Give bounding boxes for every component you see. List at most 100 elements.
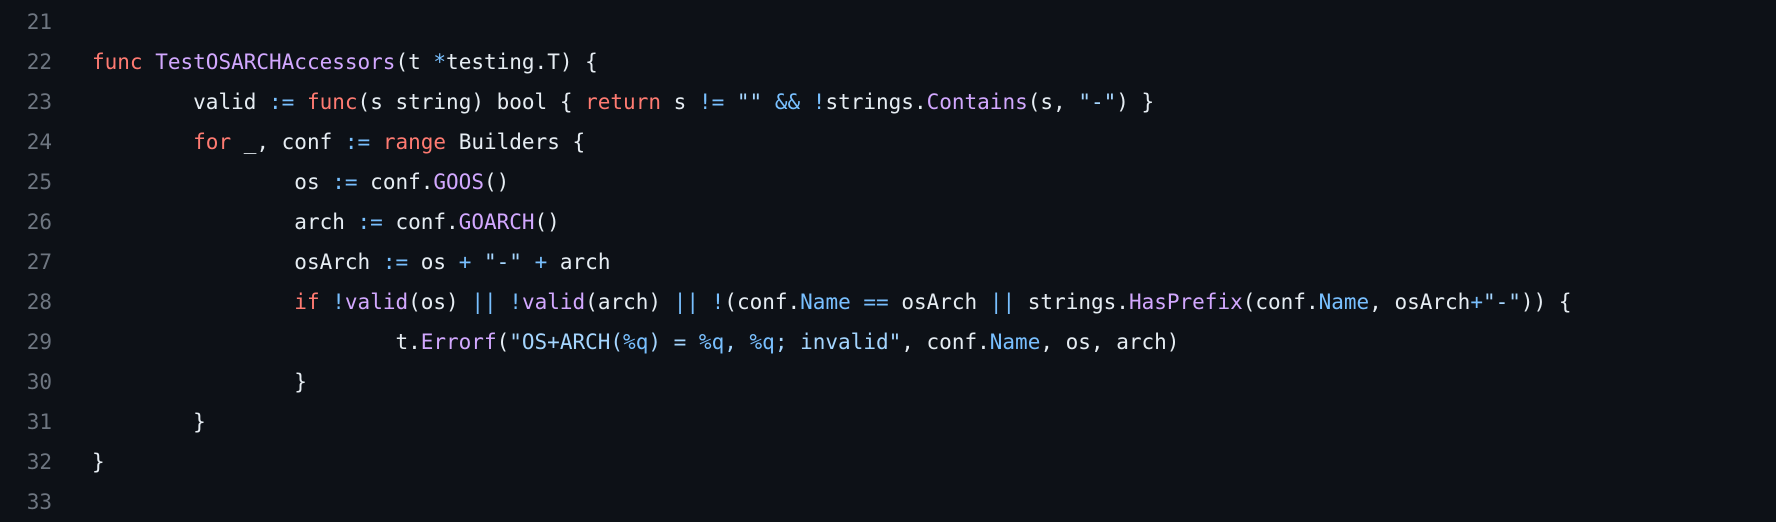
code-token: GOOS xyxy=(433,170,484,194)
line-number[interactable]: 30 xyxy=(0,362,52,402)
line-number[interactable]: 31 xyxy=(0,402,52,442)
code-token: , conf. xyxy=(901,330,990,354)
code-token: () xyxy=(534,210,560,234)
code-token: (conf. xyxy=(724,290,801,314)
code-token: "-" xyxy=(1078,90,1117,114)
code-token: (s string) bool { xyxy=(357,90,586,114)
code-token: TestOSARCHAccessors xyxy=(155,50,396,74)
line-code: valid := func(s string) bool { return s … xyxy=(52,82,1776,122)
code-token: osArch xyxy=(294,250,383,274)
line-number[interactable]: 22 xyxy=(0,42,52,82)
code-token: () xyxy=(483,170,510,194)
code-token: strings. xyxy=(1015,290,1129,314)
code-token: Name xyxy=(1318,290,1370,314)
code-token: testing.T) { xyxy=(446,50,598,74)
code-token: || xyxy=(673,290,699,314)
code-token: HasPrefix xyxy=(1128,290,1243,314)
line-number[interactable]: 26 xyxy=(0,202,52,242)
code-line: 29 t.Errorf("OS+ARCH(%q) = %q, %q; inval… xyxy=(0,322,1776,362)
code-token: func xyxy=(92,50,143,74)
code-token: } xyxy=(193,410,206,434)
code-token: Name xyxy=(800,290,851,314)
code-token: := xyxy=(332,170,358,194)
line-number[interactable]: 21 xyxy=(0,2,52,42)
code-line: 25 os := conf.GOOS() xyxy=(0,162,1776,202)
code-token: )) { xyxy=(1520,290,1572,314)
line-number[interactable]: 28 xyxy=(0,282,52,322)
code-token: return xyxy=(585,90,661,114)
code-token: } xyxy=(92,450,105,474)
code-token: range xyxy=(382,130,447,154)
line-code: } xyxy=(52,402,1776,442)
code-token: == xyxy=(863,290,889,314)
code-token: if xyxy=(294,290,320,314)
code-line: 21 xyxy=(0,2,1776,42)
code-token: } xyxy=(294,370,307,394)
code-token: + xyxy=(1470,290,1483,314)
line-code: } xyxy=(52,442,1776,482)
code-token: ) } xyxy=(1116,90,1155,114)
code-token: GOARCH xyxy=(458,210,535,234)
code-line: 30 } xyxy=(0,362,1776,402)
code-line: 26 arch := conf.GOARCH() xyxy=(0,202,1776,242)
line-number[interactable]: 32 xyxy=(0,442,52,482)
code-token: (t xyxy=(395,50,434,74)
line-number[interactable]: 25 xyxy=(0,162,52,202)
code-token: ; invalid" xyxy=(774,330,902,354)
code-token: valid xyxy=(521,290,586,314)
code-token: %q xyxy=(749,330,775,354)
code-token: Builders { xyxy=(446,130,586,154)
code-token: := xyxy=(382,250,409,274)
code-token: os xyxy=(294,170,333,194)
code-token: + xyxy=(458,250,472,274)
code-line: 23 valid := func(s string) bool { return… xyxy=(0,82,1776,122)
line-code: if !valid(os) || !valid(arch) || !(conf.… xyxy=(52,282,1776,322)
code-token: , os, arch) xyxy=(1040,330,1180,354)
code-token: Name xyxy=(989,330,1041,354)
code-token: _, conf xyxy=(231,130,345,154)
line-number[interactable]: 23 xyxy=(0,82,52,122)
code-token: "-" xyxy=(484,250,522,274)
code-token: valid xyxy=(193,90,270,114)
code-token: arch xyxy=(547,250,611,274)
code-token: (conf. xyxy=(1242,290,1319,314)
code-token: "OS+ARCH( xyxy=(509,330,624,354)
code-line: 32} xyxy=(0,442,1776,482)
code-token: , xyxy=(724,330,750,354)
code-token: ( xyxy=(496,330,510,354)
code-token: (s, xyxy=(1027,90,1079,114)
code-line: 28 if !valid(os) || !valid(arch) || !(co… xyxy=(0,282,1776,322)
line-code: for _, conf := range Builders { xyxy=(52,122,1776,162)
code-line: 24 for _, conf := range Builders { xyxy=(0,122,1776,162)
code-token: (arch) xyxy=(585,290,674,314)
code-view: 21 22 func TestOSARCHAccessors(t *testing.… xyxy=(0,2,1776,522)
code-token: os xyxy=(408,250,459,274)
code-token: func xyxy=(306,90,358,114)
line-code: func TestOSARCHAccessors(t *testing.T) { xyxy=(52,42,1776,82)
line-number[interactable]: 27 xyxy=(0,242,52,282)
line-number[interactable]: 33 xyxy=(0,482,52,522)
line-code: osArch := os + "-" + arch xyxy=(52,242,1776,282)
line-number[interactable]: 24 xyxy=(0,122,52,162)
code-line: 22 func TestOSARCHAccessors(t *testing.T)… xyxy=(0,42,1776,82)
code-line: 33 xyxy=(0,482,1776,522)
line-number[interactable]: 29 xyxy=(0,322,52,362)
code-token: strings. xyxy=(825,90,927,114)
code-token: := xyxy=(357,210,383,234)
line-code: arch := conf.GOARCH() xyxy=(52,202,1776,242)
code-token: || xyxy=(471,290,497,314)
code-token: Contains xyxy=(926,90,1028,114)
code-token: ! xyxy=(711,290,725,314)
code-token: conf. xyxy=(357,170,434,194)
